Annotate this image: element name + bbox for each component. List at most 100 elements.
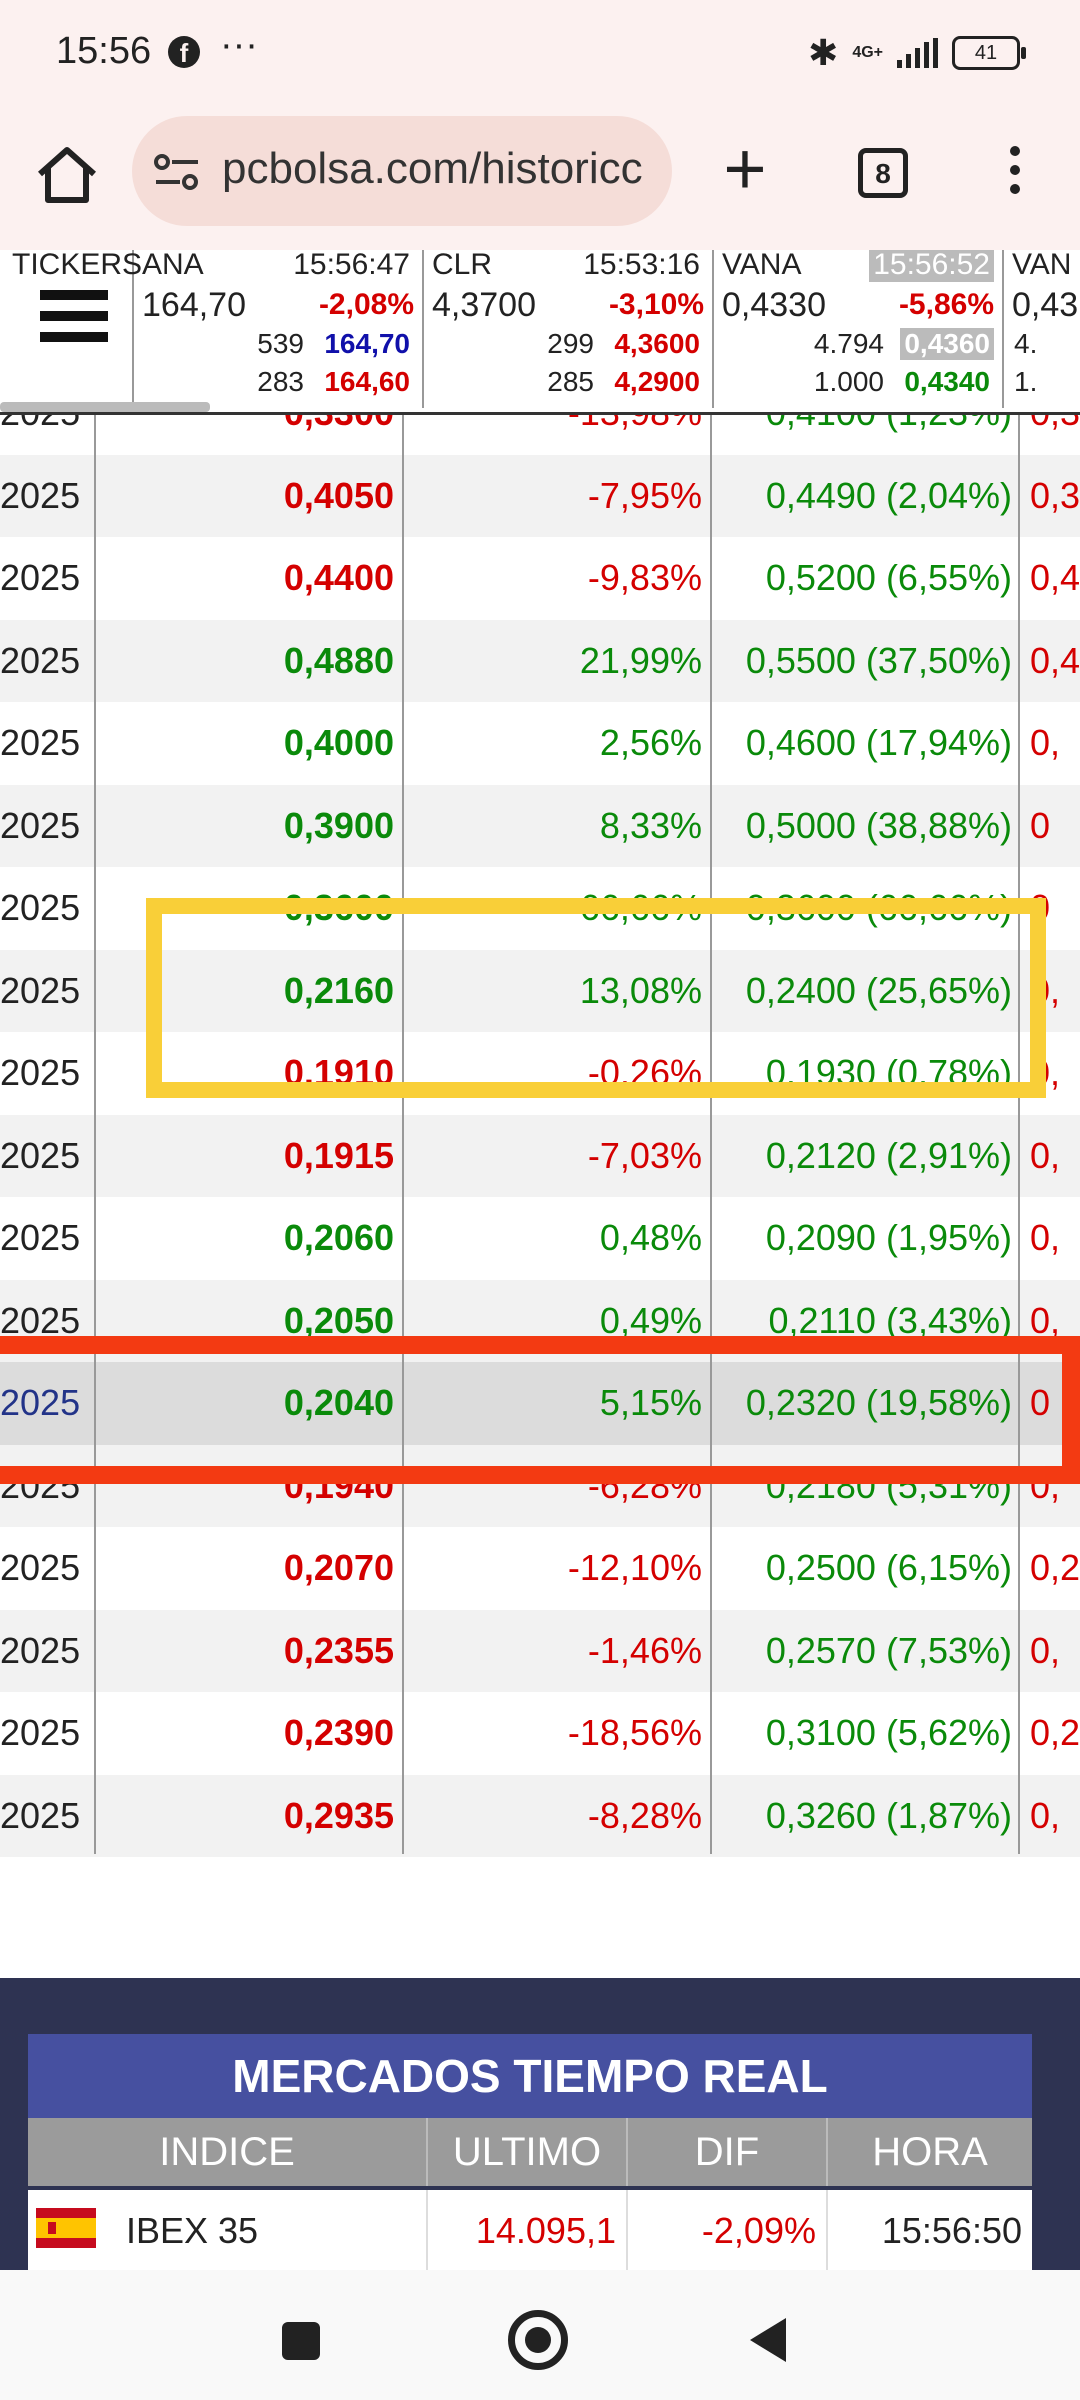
new-tab-icon[interactable]: +: [708, 132, 782, 206]
markets-title: MERCADOS TIEMPO REAL: [28, 2034, 1032, 2118]
table-row[interactable]: 2025 0,3900 8,33% 0,5000 (38,88%) 0: [0, 784, 1080, 867]
signal-icon: [897, 38, 938, 68]
site-settings-icon[interactable]: [152, 152, 202, 192]
row-change: -9,83%: [587, 557, 702, 598]
back-icon[interactable]: [750, 2318, 786, 2362]
row-change: -12,10%: [567, 1547, 702, 1588]
ticker-ask-volume: 283: [257, 366, 304, 397]
row-date: 2025: [0, 804, 81, 846]
market-name[interactable]: IBEX 35: [126, 2190, 428, 2272]
ticker-card-clr[interactable]: CLR 15:53:16 4,3700 -3,10% 299 4,3600 28…: [424, 250, 714, 408]
ticker-change: -2,08%: [318, 288, 414, 321]
ticker-bid: 164,70: [324, 328, 410, 359]
row-min: 0,: [1030, 1134, 1061, 1176]
ticker-ask-volume: 1.: [1014, 366, 1038, 397]
home-nav-icon[interactable]: [508, 2310, 568, 2370]
row-close-price: 0,2070: [283, 1547, 394, 1588]
ticker-card-van[interactable]: VAN 0,43 4. 1.: [1004, 250, 1080, 408]
table-row[interactable]: 2025 0,2935 -8,28% 0,3260 (1,87%) 0,: [0, 1774, 1080, 1857]
ticker-ask-volume: 285: [547, 366, 594, 397]
ticker-price: 0,43: [1012, 286, 1079, 324]
spain-flag-icon: [36, 2208, 96, 2248]
more-menu-icon[interactable]: [1000, 146, 1030, 206]
table-row[interactable]: 2025 0,4050 -7,95% 0,4490 (2,04%) 0,37: [0, 454, 1080, 537]
row-close-price: 0,3900: [283, 804, 394, 846]
ticker-price: 4,3700: [432, 286, 536, 324]
row-close-price: 0,2060: [283, 1217, 394, 1258]
row-close-price: 0,4880: [283, 639, 394, 681]
system-nav-bar: [0, 2270, 1080, 2400]
table-row[interactable]: 2025 0,4880 21,99% 0,5500 (37,50%) 0,4: [0, 619, 1080, 702]
table-row[interactable]: 2025 0,4000 2,56% 0,4600 (17,94%) 0,: [0, 702, 1080, 785]
tickers-menu[interactable]: TICKERS: [0, 250, 142, 408]
address-bar[interactable]: pcbolsa.com/historicc: [132, 116, 672, 226]
hamburger-menu-icon[interactable]: [40, 290, 108, 342]
row-close-price: 0,4400: [283, 557, 394, 598]
ticker-price: 0,4330: [722, 286, 826, 324]
row-date: 2025: [0, 1217, 81, 1258]
row-max: 0,5500 (37,50%): [745, 639, 1012, 681]
table-row[interactable]: 2025 0,2390 -18,56% 0,3100 (5,62%) 0,2: [0, 1692, 1080, 1775]
ticker-scrollbar[interactable]: [0, 402, 210, 412]
row-close-price: 0,2355: [283, 1629, 394, 1671]
table-row[interactable]: 2025 0,2070 -12,10% 0,2500 (6,15%) 0,20: [0, 1527, 1080, 1610]
table-row[interactable]: 2025 0,2355 -1,46% 0,2570 (7,53%) 0,: [0, 1609, 1080, 1692]
row-close-price: 0,2935: [283, 1794, 394, 1836]
row-date: 2025: [0, 639, 81, 681]
row-change: -7,95%: [587, 474, 702, 516]
ticker-ask: 0,4340: [904, 366, 990, 397]
row-max: 0,3100 (5,62%): [765, 1712, 1012, 1753]
ticker-bid: 0,4360: [900, 328, 994, 360]
yellow-highlight-box: [146, 898, 1046, 1098]
column-divider: [402, 372, 404, 1854]
ticker-ask-volume: 1.000: [813, 366, 884, 397]
row-date: 2025: [0, 1629, 81, 1671]
status-time: 15:56: [56, 30, 152, 72]
row-max: 0,3260 (1,87%): [765, 1794, 1012, 1836]
row-date: 2025: [0, 1712, 81, 1753]
bluetooth-icon: ✱: [808, 32, 839, 73]
market-time: 15:56:50: [881, 2210, 1022, 2251]
browser-toolbar: pcbolsa.com/historicc + 8: [0, 110, 1080, 250]
markets-row[interactable]: IBEX 35 14.095,1 -2,09% 15:56:50: [28, 2190, 1032, 2272]
home-icon[interactable]: [32, 140, 102, 210]
ticker-name: VANA: [722, 250, 802, 281]
ticker-bid-volume: 539: [257, 328, 304, 359]
ticker-name: ANA: [142, 250, 204, 281]
row-min: 0,40: [1030, 557, 1080, 598]
table-row[interactable]: 2025 0,2060 0,48% 0,2090 (1,95%) 0,: [0, 1197, 1080, 1280]
url-text[interactable]: pcbolsa.com/historicc: [222, 144, 662, 194]
market-last: 14.095,1: [428, 2190, 628, 2272]
row-min: 0,: [1030, 722, 1061, 763]
row-min: 0,: [1030, 1217, 1061, 1258]
row-min: 0,2: [1030, 1712, 1080, 1753]
market-diff: -2,09%: [628, 2190, 828, 2272]
row-max: 0,4600 (17,94%): [745, 722, 1012, 763]
ticker-name: CLR: [432, 250, 493, 281]
ticker-bid: 4,3600: [614, 328, 700, 359]
row-max: 0,4490 (2,04%): [765, 474, 1012, 516]
row-date: 2025: [0, 557, 81, 598]
table-row[interactable]: 2025 0,1915 -7,03% 0,2120 (2,91%) 0,: [0, 1114, 1080, 1197]
row-change: -1,46%: [587, 1629, 702, 1671]
ticker-card-vana[interactable]: VANA 15:56:52 0,4330 -5,86% 4.794 0,4360…: [714, 250, 1004, 408]
facebook-notification-icon: f: [168, 36, 200, 68]
table-row[interactable]: 2025 0,4400 -9,83% 0,5200 (6,55%) 0,40: [0, 537, 1080, 620]
ticker-change: -5,86%: [898, 288, 994, 321]
row-min: 0,37: [1030, 474, 1080, 516]
more-notifications-icon: ···: [220, 24, 258, 66]
row-date: 2025: [0, 969, 81, 1011]
ticker-card-ana[interactable]: ANA 15:56:47 164,70 -2,08% 539 164,70 28…: [134, 250, 424, 408]
markets-header-last: ULTIMO: [428, 2118, 628, 2186]
row-date: 2025: [0, 1052, 81, 1093]
column-divider: [1018, 372, 1020, 1854]
row-date: 2025: [0, 1794, 81, 1836]
row-max: 0,2570 (7,53%): [765, 1629, 1012, 1671]
recent-apps-icon[interactable]: [282, 2322, 320, 2360]
row-date: 2025: [0, 1134, 81, 1176]
tab-switcher-button[interactable]: 8: [858, 148, 908, 198]
row-change: -8,28%: [587, 1794, 702, 1836]
battery-icon: 41: [952, 36, 1026, 70]
status-icons: ✱ 4G+ 41: [808, 32, 1026, 74]
row-date: 2025: [0, 1547, 81, 1588]
